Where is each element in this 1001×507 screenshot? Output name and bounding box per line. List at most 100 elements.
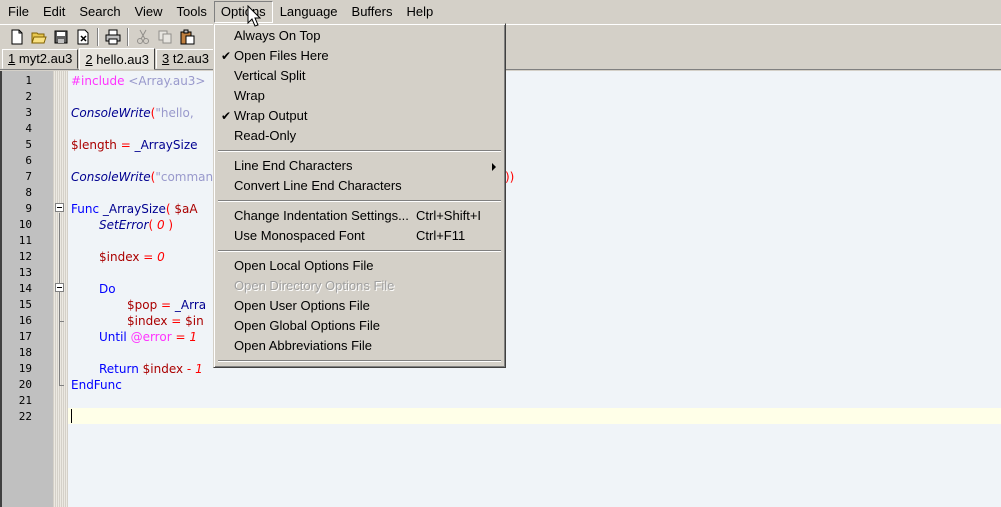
new-file-button[interactable] [6,26,28,48]
new-file-icon [11,29,23,44]
line-number: 10 [18,218,32,231]
menu-help[interactable]: Help [399,1,440,23]
menu-separator [217,146,502,156]
code-token: )) [505,170,515,184]
tab-number: 1 [8,51,16,66]
menu-item-label: Open Global Options File [234,318,380,333]
mouse-pointer-icon [247,5,262,27]
code-token: EndFunc [71,378,122,392]
line-number: 7 [25,170,32,183]
menu-item-open-abbreviations[interactable]: Open Abbreviations File [217,336,502,356]
menu-edit[interactable]: Edit [36,1,72,23]
code-line: 21 [0,393,1001,409]
code-token: _Arra [174,298,207,312]
menu-buffers[interactable]: Buffers [345,1,400,23]
cut-icon [137,29,149,44]
menu-item-open-user-options[interactable]: Open User Options File [217,296,502,316]
menu-item-label: Line End Characters [234,158,353,173]
menu-item-monospaced-font[interactable]: Use Monospaced Font Ctrl+F11 [217,226,502,246]
copy-button[interactable] [154,26,176,48]
code-token: $index [127,314,168,328]
menu-item-open-local-options[interactable]: Open Local Options File [217,256,502,276]
code-token: _ArraySize [134,138,198,152]
tab-number: 3 [161,51,170,66]
menu-item-label: Read-Only [234,128,297,143]
menu-options[interactable]: Options [213,1,273,23]
close-file-button[interactable] [72,26,94,48]
tab-label: hello.au3 [96,52,149,67]
menu-item-label: Convert Line End Characters [234,178,402,193]
menu-item-label: Vertical Split [234,68,306,83]
paste-button[interactable] [176,26,198,48]
code-token: @error [126,330,172,344]
line-number: 19 [18,362,32,375]
menu-item-vertical-split[interactable]: Vertical Split [217,66,502,86]
toolbar-separator [127,27,129,46]
menu-item-shortcut: Ctrl+F11 [416,228,466,243]
menu-item-convert-line-end[interactable]: Convert Line End Characters [217,176,502,196]
toolbar-separator [97,27,99,46]
menu-view[interactable]: View [128,1,170,23]
menu-item-open-files-here[interactable]: ✔ Open Files Here [217,46,502,66]
submenu-arrow-icon [492,163,496,171]
menu-item-label: Always On Top [234,28,321,43]
code-token: "hello, [155,106,194,120]
menu-item-label: Open User Options File [234,298,370,313]
tab-hello[interactable]: 2 hello.au3 [79,48,155,70]
menu-file[interactable]: File [1,1,36,23]
menu-separator [217,356,502,366]
code-token: 0 [156,218,165,232]
code-token: $in [185,314,204,328]
tab-t2[interactable]: 3 t2.au3 [155,49,215,69]
menu-item-open-global-options[interactable]: Open Global Options File [217,316,502,336]
save-button[interactable] [50,26,72,48]
line-number: 21 [18,394,32,407]
menu-separator [217,246,502,256]
open-file-button[interactable] [28,26,50,48]
line-number: 15 [18,298,32,311]
tab-myt2[interactable]: 1 myt2.au3 [2,49,79,69]
tab-label: myt2.au3 [18,51,73,66]
code-token: 1 [189,330,197,344]
code-line: 22 [0,409,1001,425]
menu-tools[interactable]: Tools [170,1,214,23]
menu-bar: File Edit Search View Tools Options Lang… [0,0,1001,24]
menu-item-read-only[interactable]: Read-Only [217,126,502,146]
code-token: = [157,298,175,312]
menu-item-wrap-output[interactable]: ✔ Wrap Output [217,106,502,126]
menu-search[interactable]: Search [72,1,127,23]
print-button[interactable] [102,26,124,48]
menu-item-change-indentation[interactable]: Change Indentation Settings... Ctrl+Shift… [217,206,502,226]
cut-button[interactable] [132,26,154,48]
menu-item-wrap[interactable]: Wrap [217,86,502,106]
menu-item-line-end-characters[interactable]: Line End Characters [217,156,502,176]
menu-item-label: Open Files Here [234,48,329,63]
code-token: $length [71,138,117,152]
code-token: SetError [99,218,149,232]
line-number: 13 [18,266,32,279]
line-number: 4 [25,122,32,135]
checkmark-icon: ✔ [221,109,232,123]
code-token: - [183,362,196,376]
menu-item-label: Use Monospaced Font [234,228,365,243]
code-token: 1 [195,362,203,376]
paste-icon [180,29,195,44]
menu-language[interactable]: Language [273,1,345,23]
menu-item-always-on-top[interactable]: Always On Top [217,26,502,46]
menu-item-open-directory-options: Open Directory Options File [217,276,502,296]
copy-icon [158,30,172,43]
code-token: $aA [174,202,198,216]
line-number: 6 [25,154,32,167]
code-token: $pop [127,298,158,312]
line-number: 8 [25,186,32,199]
menu-item-shortcut: Ctrl+Shift+I [416,208,482,223]
menu-item-label: Wrap [234,88,265,103]
line-number: 18 [18,346,32,359]
code-token: "comman [155,170,214,184]
menu-item-label: Wrap Output [234,108,308,123]
menu-item-label: Change Indentation Settings... [234,208,409,223]
tab-number: 2 [85,52,93,67]
line-number: 22 [18,410,32,423]
line-number: 9 [25,202,32,215]
line-number: 11 [18,234,32,247]
